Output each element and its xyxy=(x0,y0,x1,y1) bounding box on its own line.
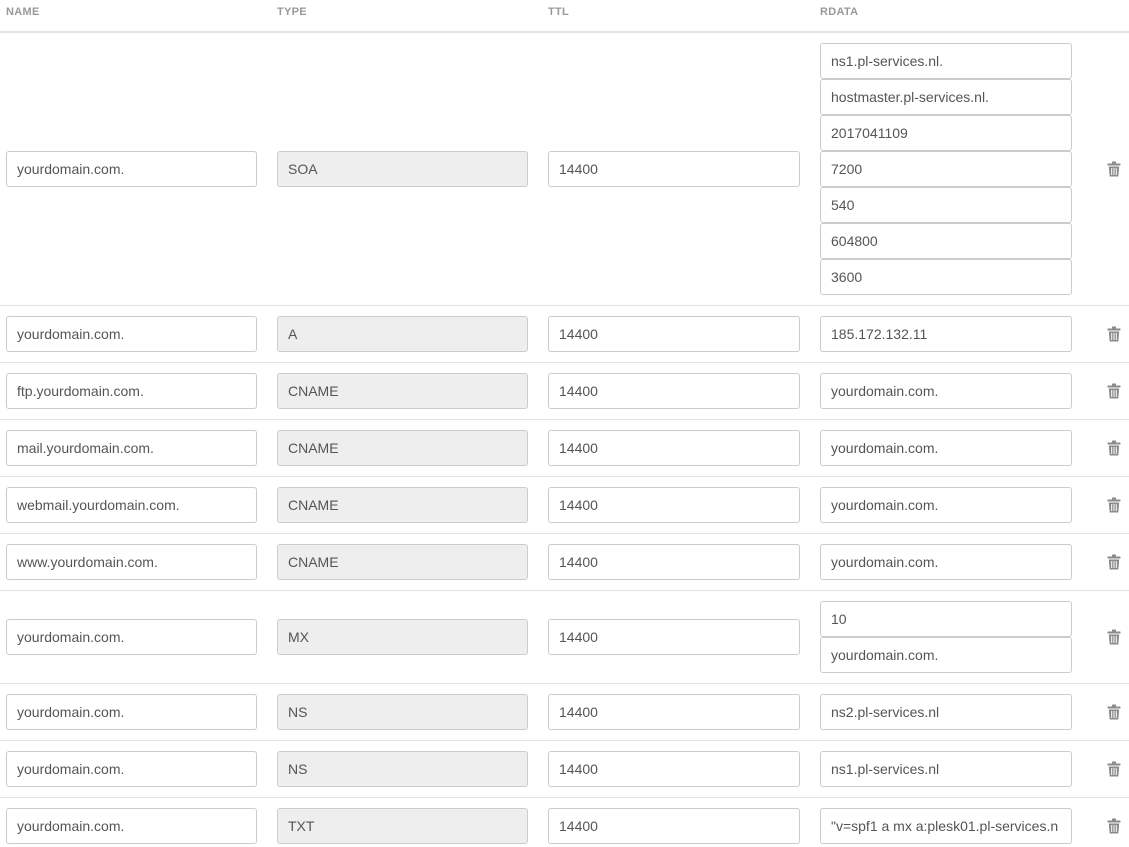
name-field[interactable]: webmail.yourdomain.com. xyxy=(6,487,257,523)
type-field: CNAME xyxy=(277,430,528,466)
table-row: yourdomain.com. SOA 14400 ns1.pl-service… xyxy=(0,33,1129,306)
trash-icon[interactable] xyxy=(1107,440,1123,456)
rdata-field[interactable]: 10 xyxy=(820,601,1072,637)
ttl-field[interactable]: 14400 xyxy=(548,373,800,409)
rdata-field[interactable]: 604800 xyxy=(820,223,1072,259)
table-row: mail.yourdomain.com. CNAME 14400 yourdom… xyxy=(0,420,1129,477)
rdata-field[interactable]: hostmaster.pl-services.nl. xyxy=(820,79,1072,115)
type-field: TXT xyxy=(277,808,528,844)
type-field: CNAME xyxy=(277,544,528,580)
trash-icon[interactable] xyxy=(1107,326,1123,342)
trash-icon[interactable] xyxy=(1107,161,1123,177)
rdata-field[interactable]: yourdomain.com. xyxy=(820,373,1072,409)
trash-icon[interactable] xyxy=(1107,818,1123,834)
trash-icon[interactable] xyxy=(1107,497,1123,513)
ttl-field[interactable]: 14400 xyxy=(548,316,800,352)
ttl-field[interactable]: 14400 xyxy=(548,808,800,844)
type-field: CNAME xyxy=(277,373,528,409)
table-row: yourdomain.com. A 14400 185.172.132.11 xyxy=(0,306,1129,363)
table-row: yourdomain.com. NS 14400 ns2.pl-services… xyxy=(0,684,1129,741)
trash-icon[interactable] xyxy=(1107,383,1123,399)
name-field[interactable]: yourdomain.com. xyxy=(6,694,257,730)
rdata-field[interactable]: ns1.pl-services.nl. xyxy=(820,43,1072,79)
rdata-field[interactable]: ns1.pl-services.nl xyxy=(820,751,1072,787)
table-row: yourdomain.com. NS 14400 ns1.pl-services… xyxy=(0,741,1129,798)
name-field[interactable]: yourdomain.com. xyxy=(6,751,257,787)
rdata-field[interactable]: 2017041109 xyxy=(820,115,1072,151)
type-field: SOA xyxy=(277,151,528,187)
rdata-field[interactable]: ns2.pl-services.nl xyxy=(820,694,1072,730)
rdata-field[interactable]: "v=spf1 a mx a:plesk01.pl-services.n xyxy=(820,808,1072,844)
rdata-field[interactable]: yourdomain.com. xyxy=(820,487,1072,523)
name-field[interactable]: ftp.yourdomain.com. xyxy=(6,373,257,409)
rdata-field[interactable]: yourdomain.com. xyxy=(820,430,1072,466)
rdata-field[interactable]: 540 xyxy=(820,187,1072,223)
ttl-field[interactable]: 14400 xyxy=(548,487,800,523)
table-header: NAME TYPE TTL RDATA xyxy=(0,0,1129,33)
ttl-field[interactable]: 14400 xyxy=(548,544,800,580)
type-field: NS xyxy=(277,694,528,730)
table-row: yourdomain.com. MX 14400 10 yourdomain.c… xyxy=(0,591,1129,684)
ttl-field[interactable]: 14400 xyxy=(548,751,800,787)
column-header-name: NAME xyxy=(6,6,40,18)
table-row: yourdomain.com. TXT 14400 "v=spf1 a mx a… xyxy=(0,798,1129,847)
rdata-field[interactable]: yourdomain.com. xyxy=(820,637,1072,673)
trash-icon[interactable] xyxy=(1107,704,1123,720)
rdata-field[interactable]: 7200 xyxy=(820,151,1072,187)
table-row: www.yourdomain.com. CNAME 14400 yourdoma… xyxy=(0,534,1129,591)
column-header-rdata: RDATA xyxy=(820,6,859,18)
rdata-field[interactable]: 185.172.132.11 xyxy=(820,316,1072,352)
table-row: ftp.yourdomain.com. CNAME 14400 yourdoma… xyxy=(0,363,1129,420)
type-field: MX xyxy=(277,619,528,655)
ttl-field[interactable]: 14400 xyxy=(548,430,800,466)
trash-icon[interactable] xyxy=(1107,629,1123,645)
name-field[interactable]: yourdomain.com. xyxy=(6,619,257,655)
type-field: A xyxy=(277,316,528,352)
type-field: NS xyxy=(277,751,528,787)
column-header-type: TYPE xyxy=(277,6,307,18)
name-field[interactable]: www.yourdomain.com. xyxy=(6,544,257,580)
rdata-field[interactable]: yourdomain.com. xyxy=(820,544,1072,580)
ttl-field[interactable]: 14400 xyxy=(548,694,800,730)
column-header-ttl: TTL xyxy=(548,6,570,18)
trash-icon[interactable] xyxy=(1107,554,1123,570)
ttl-field[interactable]: 14400 xyxy=(548,151,800,187)
name-field[interactable]: yourdomain.com. xyxy=(6,808,257,844)
name-field[interactable]: yourdomain.com. xyxy=(6,316,257,352)
name-field[interactable]: mail.yourdomain.com. xyxy=(6,430,257,466)
trash-icon[interactable] xyxy=(1107,761,1123,777)
ttl-field[interactable]: 14400 xyxy=(548,619,800,655)
rdata-field[interactable]: 3600 xyxy=(820,259,1072,295)
type-field: CNAME xyxy=(277,487,528,523)
table-row: webmail.yourdomain.com. CNAME 14400 your… xyxy=(0,477,1129,534)
name-field[interactable]: yourdomain.com. xyxy=(6,151,257,187)
